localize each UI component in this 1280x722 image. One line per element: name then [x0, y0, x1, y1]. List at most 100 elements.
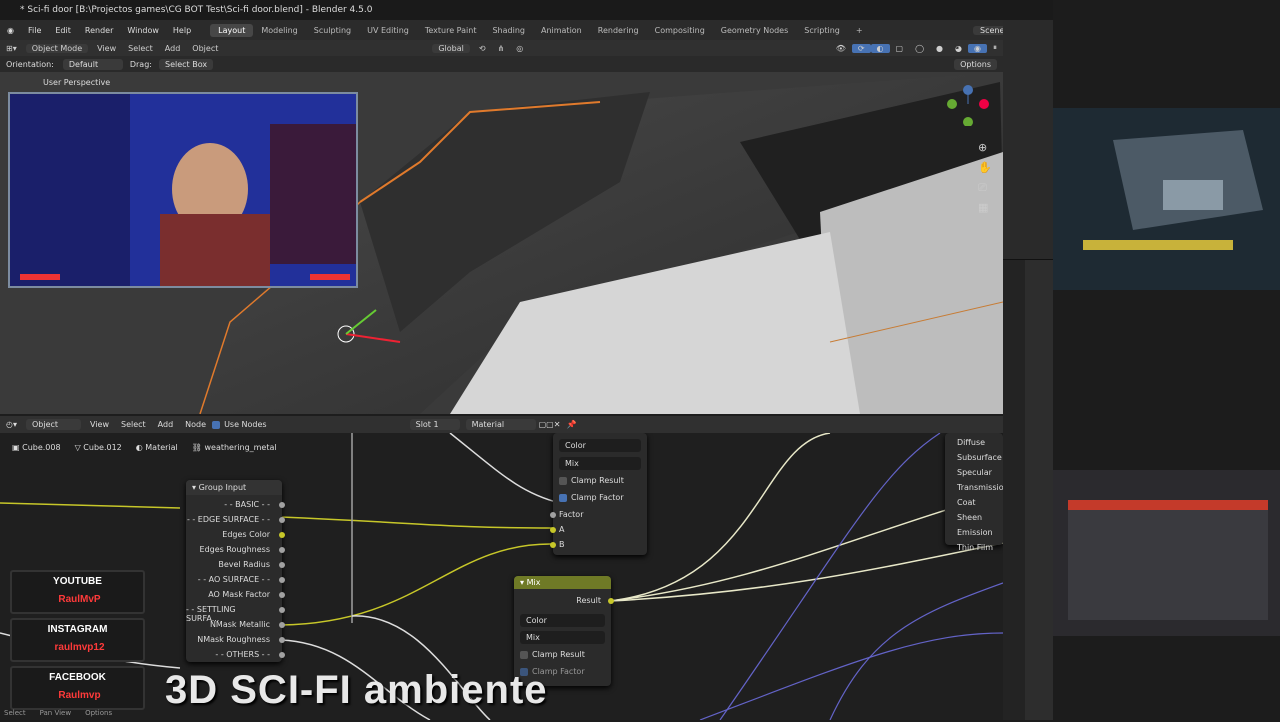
tab-rendering[interactable]: Rendering — [590, 24, 647, 37]
node-editor-type-icon[interactable]: ◴▾ — [0, 420, 23, 429]
mix-top-b-input: B — [559, 540, 565, 549]
menu-view[interactable]: View — [91, 44, 122, 53]
options-dropdown[interactable]: Options — [954, 58, 997, 70]
tab-texture-paint[interactable]: Texture Paint — [417, 24, 485, 37]
outliner-panel[interactable] — [1003, 20, 1053, 260]
mix-type-dropdown[interactable]: Color — [520, 614, 605, 627]
zoom-icon[interactable]: ⊕ — [978, 138, 992, 158]
gizmo-icon[interactable]: ⟳ — [851, 43, 871, 53]
panel-sheen[interactable]: Sheen — [945, 510, 1003, 525]
breadcrumb-material[interactable]: ◐ Material — [136, 443, 178, 452]
mix-top-type-dropdown[interactable]: Color — [559, 439, 641, 452]
use-nodes-checkbox[interactable] — [212, 420, 221, 429]
shading-wireframe-icon[interactable]: ◯ — [909, 44, 930, 53]
drag-dropdown[interactable]: Select Box — [158, 58, 214, 70]
camera-icon[interactable]: ⎚ — [978, 178, 992, 198]
node-menu-select[interactable]: Select — [115, 420, 152, 429]
node-menu-node[interactable]: Node — [179, 420, 212, 429]
blender-logo-icon[interactable]: ◉ — [0, 26, 21, 35]
mix-node-top[interactable]: Color Mix Clamp Result Clamp Factor Fact… — [550, 433, 647, 555]
menu-add[interactable]: Add — [159, 44, 187, 53]
panel-thin-film[interactable]: Thin Film — [945, 540, 1003, 555]
shading-rendered-icon[interactable]: ◉ — [968, 43, 987, 53]
mix-clamp-result[interactable]: Clamp Result — [520, 650, 585, 659]
tab-compositing[interactable]: Compositing — [647, 24, 713, 37]
properties-panel[interactable] — [1003, 20, 1053, 720]
group-input-node[interactable]: ▾ Group Input - - BASIC - - - - EDGE SUR… — [186, 480, 285, 662]
panel-emission[interactable]: Emission — [945, 525, 1003, 540]
overlay-icon[interactable]: ◐ — [870, 43, 890, 53]
socket[interactable] — [550, 512, 556, 518]
menu-select[interactable]: Select — [122, 44, 159, 53]
socket[interactable] — [279, 562, 285, 568]
visibility-icon[interactable]: 👁 — [830, 44, 852, 53]
tab-sculpting[interactable]: Sculpting — [306, 24, 359, 37]
object-mode-dropdown[interactable]: Object Mode — [25, 43, 89, 53]
pan-hand-icon[interactable]: ✋ — [978, 158, 992, 178]
shading-solid-icon[interactable]: ● — [930, 44, 949, 53]
xray-icon[interactable]: ▢ — [890, 44, 910, 53]
node-object-dropdown[interactable]: Object — [26, 419, 81, 430]
breadcrumb-object[interactable]: ▣ Cube.008 — [12, 443, 61, 452]
panel-subsurface[interactable]: Subsurface — [945, 450, 1003, 465]
socket[interactable] — [279, 532, 285, 538]
navigation-gizmo[interactable] — [946, 82, 990, 127]
socket[interactable] — [279, 622, 285, 628]
tab-layout[interactable]: Layout — [210, 23, 254, 37]
mix-result-output: Result — [576, 596, 601, 605]
panel-specular[interactable]: Specular — [945, 465, 1003, 480]
menu-window[interactable]: Window — [120, 26, 166, 35]
menu-object[interactable]: Object — [186, 44, 224, 53]
principled-bsdf-panels[interactable]: Diffuse Subsurface Specular Transmission… — [945, 433, 1003, 552]
panel-transmission[interactable]: Transmission — [945, 480, 1003, 495]
panel-coat[interactable]: Coat — [945, 495, 1003, 510]
menu-file[interactable]: File — [21, 26, 48, 35]
socket[interactable] — [550, 542, 556, 548]
snap-icon[interactable]: ⋔ — [492, 44, 511, 53]
menu-help[interactable]: Help — [166, 26, 198, 35]
mix-top-clamp-result[interactable]: Clamp Result — [559, 476, 624, 485]
socket[interactable] — [279, 517, 285, 523]
menu-edit[interactable]: Edit — [48, 26, 78, 35]
tab-shading[interactable]: Shading — [484, 24, 533, 37]
mix-top-blend-dropdown[interactable]: Mix — [559, 457, 641, 470]
tab-animation[interactable]: Animation — [533, 24, 590, 37]
socket[interactable] — [279, 652, 285, 658]
pin-icon[interactable]: 📌 — [560, 420, 582, 429]
socket[interactable] — [279, 592, 285, 598]
tab-modeling[interactable]: Modeling — [253, 24, 305, 37]
group-output-edges-roughness: Edges Roughness — [199, 545, 270, 554]
shading-material-icon[interactable]: ◕ — [949, 44, 968, 53]
socket[interactable] — [608, 598, 614, 604]
editor-type-icon[interactable]: ⊞▾ — [0, 44, 23, 53]
transform-orientation-dropdown[interactable]: Global — [432, 43, 470, 53]
tab-uv-editing[interactable]: UV Editing — [359, 24, 417, 37]
menu-render[interactable]: Render — [78, 26, 120, 35]
pivot-icon[interactable]: ⟲ — [473, 44, 492, 53]
3d-viewport[interactable]: User Perspective ⊕ ✋ ⎚ ▦ — [0, 72, 1003, 414]
socket[interactable] — [279, 502, 285, 508]
breadcrumb-group[interactable]: ⛓ weathering_metal — [192, 443, 277, 452]
socket[interactable] — [279, 547, 285, 553]
grid-icon[interactable]: ▦ — [978, 198, 992, 218]
node-menu-add[interactable]: Add — [152, 420, 180, 429]
socket[interactable] — [279, 607, 285, 613]
socket[interactable] — [279, 637, 285, 643]
orientation-dropdown[interactable]: Default — [62, 58, 123, 70]
properties-tabs[interactable] — [1003, 260, 1025, 720]
material-actions-icon[interactable]: ▢▢✕ — [539, 420, 561, 429]
slot-dropdown[interactable]: Slot 1 — [409, 419, 460, 430]
add-workspace-button[interactable]: + — [848, 24, 871, 37]
breadcrumb-mesh[interactable]: ▽ Cube.012 — [75, 443, 122, 452]
material-dropdown[interactable]: Material — [465, 419, 536, 430]
proportional-edit-icon[interactable]: ◎ — [510, 44, 529, 53]
mix-blend-dropdown[interactable]: Mix — [520, 631, 605, 644]
tab-geometry-nodes[interactable]: Geometry Nodes — [713, 24, 796, 37]
socket[interactable] — [279, 577, 285, 583]
panel-diffuse[interactable]: Diffuse — [945, 435, 1003, 450]
socket[interactable] — [550, 527, 556, 533]
node-menu-view[interactable]: View — [84, 420, 115, 429]
mix-top-clamp-factor[interactable]: Clamp Factor — [559, 493, 624, 502]
pause-icon[interactable]: ⏸ — [987, 43, 1003, 53]
tab-scripting[interactable]: Scripting — [796, 24, 848, 37]
